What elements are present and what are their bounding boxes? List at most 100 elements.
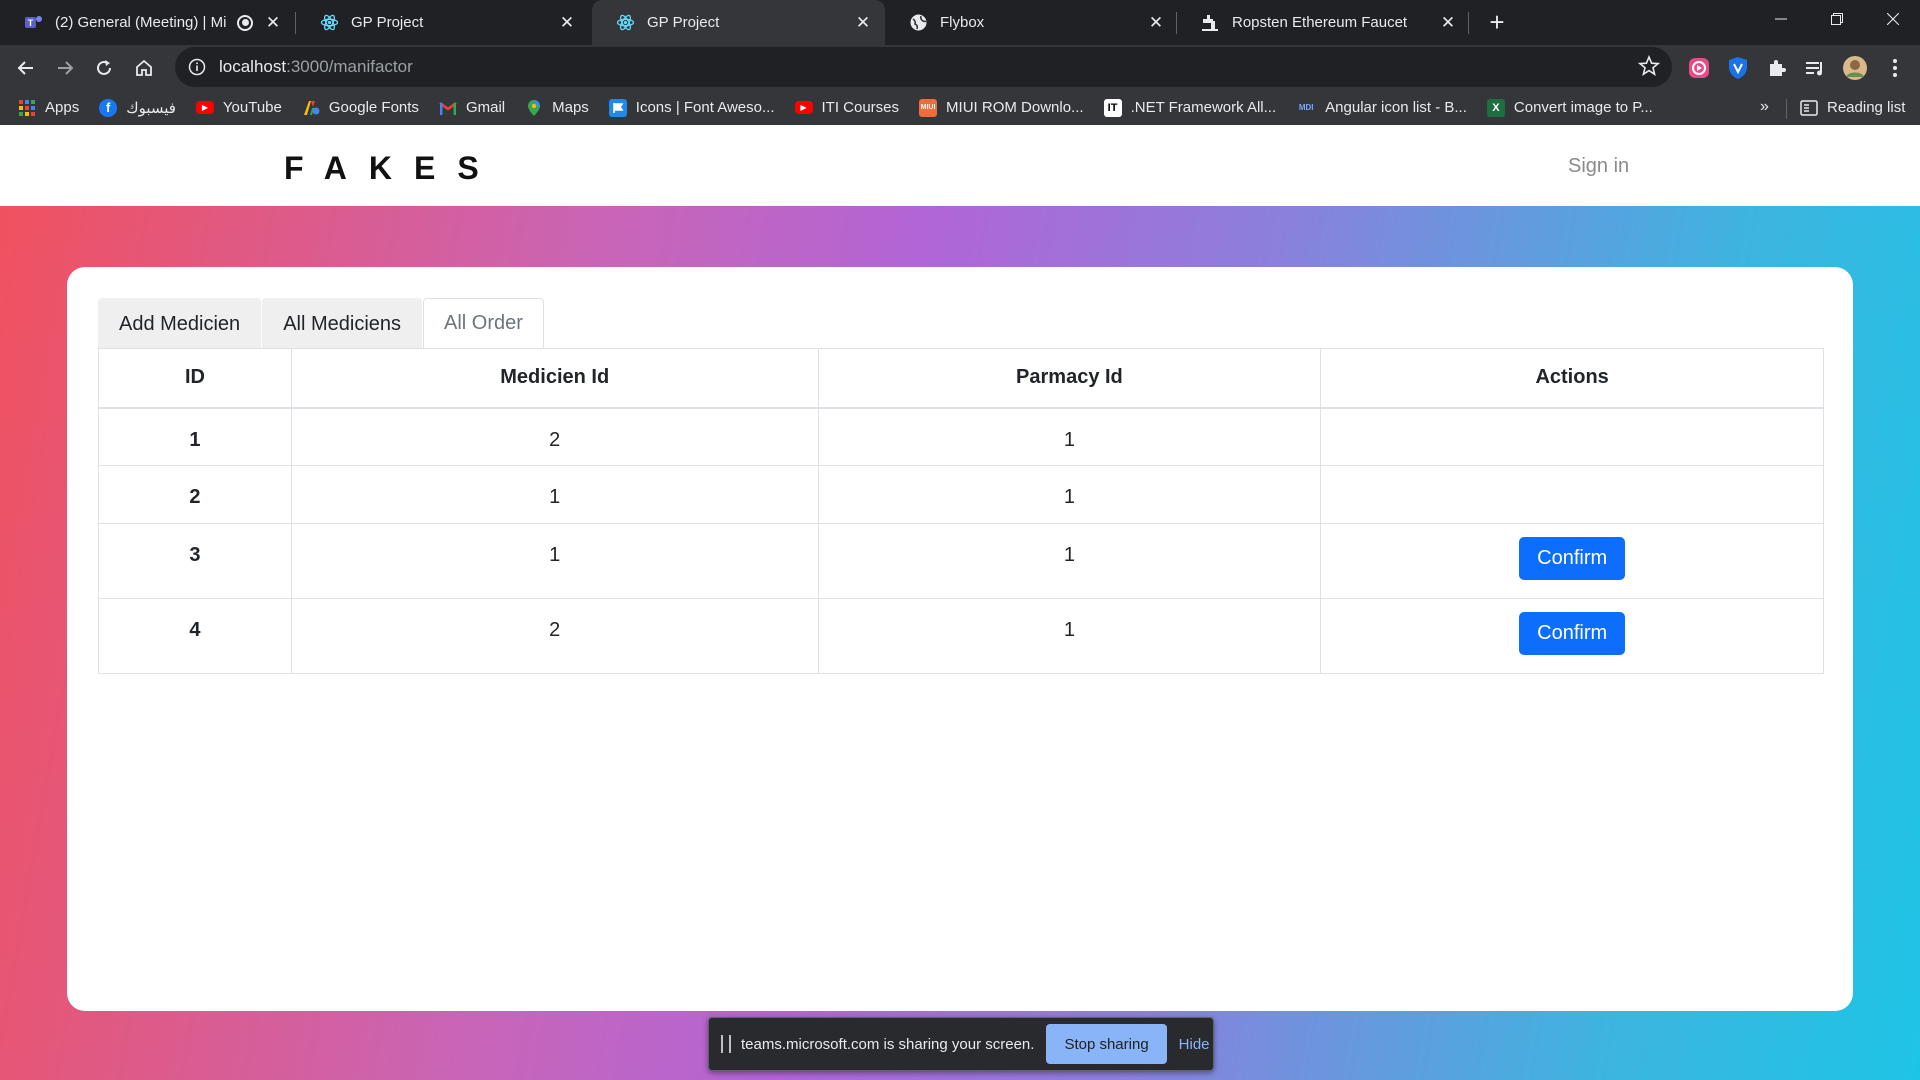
media-queue-icon[interactable] [1800, 53, 1830, 83]
google-fonts-icon [302, 99, 320, 117]
table-row: 4 2 1 Confirm [98, 598, 1824, 674]
home-icon[interactable] [126, 50, 162, 86]
bookmark-youtube[interactable]: ▶ YouTube [195, 99, 282, 116]
faucet-icon [1201, 13, 1220, 32]
url-text: localhost:3000/manifactor [219, 57, 413, 77]
table-row: 2 1 1 [98, 465, 1824, 524]
window-close-icon[interactable] [1870, 0, 1916, 38]
tab-title: GP Project [647, 14, 720, 31]
drag-handle-icon[interactable] [721, 1035, 731, 1053]
screen-share-bar: teams.microsoft.com is sharing your scre… [708, 1017, 1214, 1071]
bookmark-label: MIUI ROM Downlo... [946, 99, 1084, 116]
profile-avatar[interactable] [1840, 53, 1870, 83]
gmail-icon [439, 99, 457, 117]
reload-icon[interactable] [86, 50, 122, 86]
browser-tab-strip: T (2) General (Meeting) | Micro ✕ GP Pro… [0, 0, 1920, 45]
actions-cell [1320, 465, 1824, 524]
bookmark-angular-icons[interactable]: MDI Angular icon list - B... [1296, 99, 1467, 117]
site-info-icon[interactable] [185, 55, 209, 79]
order-id-cell: 4 [98, 598, 292, 674]
browser-tab-gp-project-active[interactable]: GP Project ✕ [592, 0, 885, 45]
bookmarks-divider [1786, 99, 1787, 119]
confirm-button[interactable]: Confirm [1519, 537, 1626, 580]
tab-all-order[interactable]: All Order [423, 298, 544, 349]
order-id-cell: 2 [98, 465, 292, 524]
chrome-menu-icon[interactable] [1880, 53, 1910, 83]
bookmark-miui[interactable]: MIUI MIUI ROM Downlo... [919, 98, 1084, 117]
bookmark-label: .NET Framework All... [1130, 99, 1277, 116]
bookmark-google-fonts[interactable]: Google Fonts [302, 99, 419, 117]
close-icon[interactable]: ✕ [263, 13, 283, 33]
tab-title: GP Project [351, 14, 424, 31]
site-header: FAKES Sign in [0, 125, 1920, 206]
restore-icon[interactable] [1814, 0, 1860, 38]
excel-icon: X [1486, 98, 1505, 117]
bookmark-dotnet[interactable]: IT .NET Framework All... [1103, 98, 1277, 117]
order-id-cell: 3 [98, 523, 292, 599]
hide-button[interactable]: Hide [1179, 1036, 1210, 1053]
medicien-id-cell: 2 [290, 407, 819, 466]
column-header-actions: Actions [1320, 348, 1824, 409]
close-icon[interactable]: ✕ [557, 13, 577, 33]
bookmark-label: YouTube [222, 99, 282, 116]
back-icon[interactable] [8, 50, 44, 86]
bookmark-convert-image[interactable]: X Convert image to P... [1486, 98, 1653, 117]
pharmacy-id-cell: 1 [817, 407, 1322, 466]
close-icon[interactable]: ✕ [853, 13, 873, 33]
brand-logo[interactable]: FAKES [284, 150, 501, 187]
browser-tab-ropsten-faucet[interactable]: Ropsten Ethereum Faucet ✕ [1177, 0, 1470, 45]
bookmark-apps[interactable]: Apps [18, 99, 79, 117]
bookmark-maps[interactable]: Maps [525, 99, 589, 117]
tab-add-medicien[interactable]: Add Medicien [98, 298, 262, 349]
bookmarks-overflow-button[interactable]: » [1760, 98, 1769, 116]
youtube-icon: ▶ [195, 101, 214, 114]
url-host: localhost [219, 57, 287, 76]
miui-icon: MIUI [919, 98, 938, 117]
sign-in-link[interactable]: Sign in [1568, 155, 1629, 178]
bookmark-star-icon[interactable] [1637, 54, 1661, 82]
pharmacy-id-cell: 1 [817, 598, 1322, 674]
url-path: :3000/manifactor [286, 57, 413, 76]
bookmark-font-awesome[interactable]: Icons | Font Aweso... [608, 98, 775, 117]
stop-sharing-button[interactable]: Stop sharing [1046, 1024, 1167, 1064]
browser-toolbar: localhost:3000/manifactor Apps f فيسبوك [0, 45, 1920, 125]
maps-icon [525, 99, 543, 117]
orders-table: ID Medicien Id Parmacy Id Actions 1 2 1 … [98, 348, 1824, 674]
bookmark-facebook[interactable]: f فيسبوك [99, 98, 176, 117]
bookmark-label: Maps [552, 99, 589, 116]
column-header-medicien-id: Medicien Id [290, 348, 819, 409]
reading-list-icon [1800, 99, 1818, 116]
tab-all-mediciens[interactable]: All Mediciens [262, 298, 423, 349]
react-icon [320, 13, 339, 32]
reading-list-label: Reading list [1827, 99, 1906, 116]
tab-title: Ropsten Ethereum Faucet [1232, 14, 1408, 31]
shield-icon[interactable] [1723, 53, 1753, 83]
address-bar[interactable]: localhost:3000/manifactor [175, 47, 1672, 87]
extensions-puzzle-icon[interactable] [1762, 53, 1792, 83]
share-message: teams.microsoft.com is sharing your scre… [741, 1035, 1035, 1053]
mdi-icon: MDI [1298, 103, 1314, 112]
bookmark-iti-courses[interactable]: ▶ ITI Courses [794, 99, 899, 116]
content-card: Add Medicien All Mediciens All Order ID … [67, 267, 1853, 1011]
bookmark-label: Angular icon list - B... [1325, 99, 1467, 116]
bookmark-label: Icons | Font Aweso... [635, 99, 775, 116]
table-row: 1 2 1 [98, 407, 1824, 466]
order-id-cell: 1 [98, 407, 292, 466]
forward-icon[interactable] [47, 50, 83, 86]
reading-list-button[interactable]: Reading list [1800, 90, 1905, 125]
bookmark-gmail[interactable]: Gmail [439, 99, 505, 117]
web-page: FAKES Sign in Add Medicien All Mediciens… [0, 125, 1920, 1080]
confirm-button[interactable]: Confirm [1519, 612, 1626, 655]
minimize-icon[interactable] [1758, 0, 1804, 38]
browser-tab-gp-project[interactable]: GP Project ✕ [296, 0, 589, 45]
bookmark-label: Convert image to P... [1513, 99, 1653, 116]
bookmark-label: Gmail [465, 99, 506, 116]
new-tab-button[interactable]: + [1482, 7, 1512, 37]
close-icon[interactable]: ✕ [1438, 13, 1458, 33]
medicien-id-cell: 1 [290, 523, 819, 599]
browser-tab-flybox[interactable]: Flybox ✕ [885, 0, 1178, 45]
close-icon[interactable]: ✕ [1146, 13, 1166, 33]
screencast-extension-icon[interactable] [1684, 53, 1714, 83]
actions-cell [1320, 407, 1824, 466]
browser-tab-teams[interactable]: T (2) General (Meeting) | Micro ✕ [0, 0, 295, 45]
